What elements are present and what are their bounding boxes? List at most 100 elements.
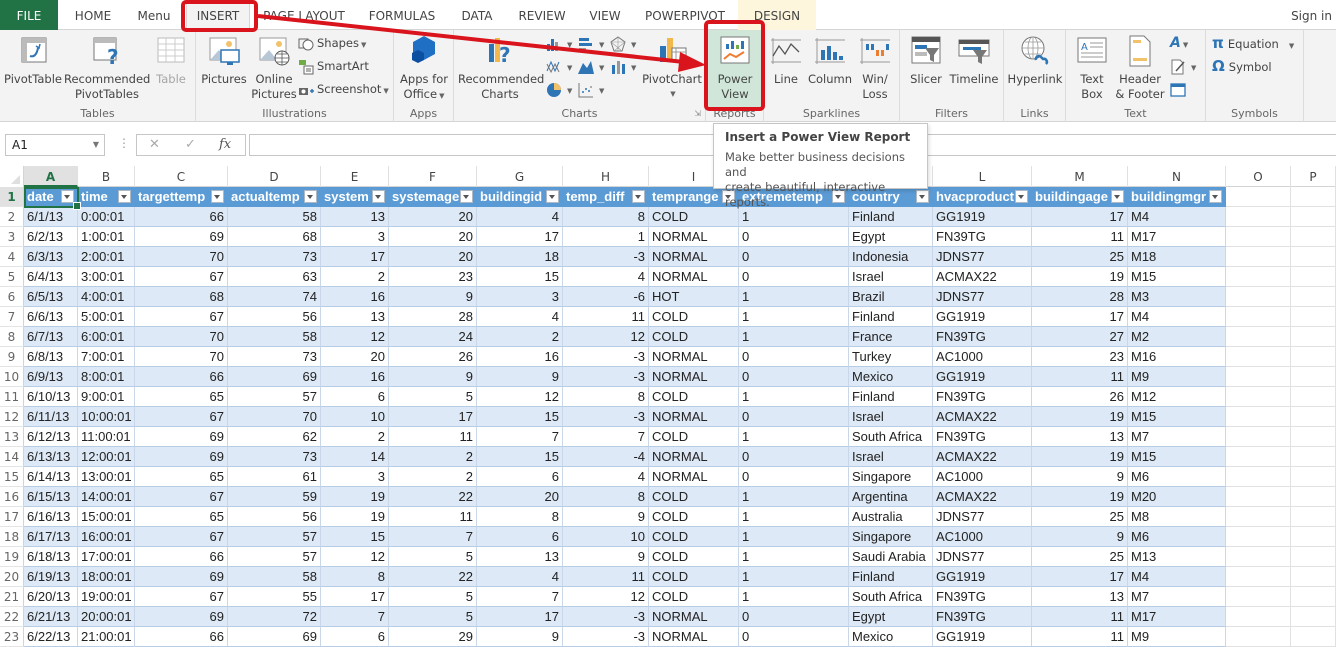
radar-chart-button[interactable]: ▼ xyxy=(610,33,636,53)
cell-temprange[interactable]: COLD xyxy=(649,567,739,587)
empty-cell[interactable] xyxy=(1226,207,1291,227)
column-header-o[interactable]: O xyxy=(1226,166,1291,187)
cell-actualtemp[interactable]: 69 xyxy=(228,627,321,647)
empty-cell[interactable] xyxy=(1291,527,1336,547)
cell-targettemp[interactable]: 65 xyxy=(135,387,228,407)
cell-date[interactable]: 6/18/13 xyxy=(24,547,78,567)
cell-system[interactable]: 2 xyxy=(321,267,389,287)
table-header-cell[interactable]: actualtemp xyxy=(228,187,321,207)
cell-temp_diff[interactable]: 4 xyxy=(563,267,649,287)
cell-temprange[interactable]: COLD xyxy=(649,487,739,507)
cell-targettemp[interactable]: 65 xyxy=(135,507,228,527)
cell-buildingage[interactable]: 13 xyxy=(1032,587,1128,607)
cell-temp_diff[interactable]: 4 xyxy=(563,467,649,487)
cell-systemage[interactable]: 9 xyxy=(389,287,477,307)
cell-time[interactable]: 14:00:01 xyxy=(78,487,135,507)
slicer-button[interactable]: Slicer xyxy=(904,34,948,87)
cell-actualtemp[interactable]: 56 xyxy=(228,307,321,327)
empty-cell[interactable] xyxy=(1291,287,1336,307)
cell-time[interactable]: 11:00:01 xyxy=(78,427,135,447)
cell-temprange[interactable]: NORMAL xyxy=(649,247,739,267)
cell-extremetemp[interactable]: 0 xyxy=(739,227,849,247)
cell-systemage[interactable]: 2 xyxy=(389,447,477,467)
cell-buildingid[interactable]: 7 xyxy=(477,427,563,447)
cell-systemage[interactable]: 20 xyxy=(389,247,477,267)
cell-system[interactable]: 3 xyxy=(321,467,389,487)
table-header-cell[interactable]: buildingage xyxy=(1032,187,1128,207)
cell-temprange[interactable]: NORMAL xyxy=(649,367,739,387)
cell-extremetemp[interactable]: 1 xyxy=(739,587,849,607)
cell-actualtemp[interactable]: 73 xyxy=(228,247,321,267)
empty-cell[interactable] xyxy=(1226,247,1291,267)
cell-extremetemp[interactable]: 1 xyxy=(739,287,849,307)
column-header-g[interactable]: G xyxy=(477,166,563,187)
cell-system[interactable]: 7 xyxy=(321,607,389,627)
row-header[interactable]: 23 xyxy=(0,627,24,647)
cell-hvacproduct[interactable]: JDNS77 xyxy=(933,247,1032,267)
cell-buildingid[interactable]: 6 xyxy=(477,467,563,487)
row-header[interactable]: 1 xyxy=(0,187,24,207)
cell-buildingmgr[interactable]: M6 xyxy=(1128,527,1226,547)
cell-country[interactable]: Turkey xyxy=(849,347,933,367)
cell-extremetemp[interactable]: 1 xyxy=(739,527,849,547)
row-header[interactable]: 16 xyxy=(0,487,24,507)
cell-hvacproduct[interactable]: ACMAX22 xyxy=(933,267,1032,287)
cell-buildingage[interactable]: 25 xyxy=(1032,547,1128,567)
empty-cell[interactable] xyxy=(1226,347,1291,367)
cell-buildingmgr[interactable]: M12 xyxy=(1128,387,1226,407)
cell-targettemp[interactable]: 70 xyxy=(135,347,228,367)
column-header-b[interactable]: B xyxy=(78,166,135,187)
cell-temp_diff[interactable]: 12 xyxy=(563,587,649,607)
cell-temp_diff[interactable]: 8 xyxy=(563,207,649,227)
cell-buildingage[interactable]: 19 xyxy=(1032,487,1128,507)
cell-actualtemp[interactable]: 56 xyxy=(228,507,321,527)
table-button[interactable]: Table xyxy=(150,34,192,87)
sparkline-winloss-button[interactable]: Win/ Loss xyxy=(854,34,896,102)
cell-buildingmgr[interactable]: M15 xyxy=(1128,447,1226,467)
cell-hvacproduct[interactable]: GG1919 xyxy=(933,307,1032,327)
cell-temp_diff[interactable]: 9 xyxy=(563,507,649,527)
cell-date[interactable]: 6/19/13 xyxy=(24,567,78,587)
cell-hvacproduct[interactable]: FN39TG xyxy=(933,587,1032,607)
cell-system[interactable]: 13 xyxy=(321,307,389,327)
cell-targettemp[interactable]: 66 xyxy=(135,547,228,567)
cell-buildingid[interactable]: 13 xyxy=(477,547,563,567)
cell-time[interactable]: 20:00:01 xyxy=(78,607,135,627)
recommended-charts-button[interactable]: ? Recommended Charts xyxy=(458,34,544,102)
column-header-d[interactable]: D xyxy=(228,166,321,187)
bar-chart-button[interactable]: ▼ xyxy=(578,33,604,53)
cell-temp_diff[interactable]: 1 xyxy=(563,227,649,247)
cell-buildingage[interactable]: 13 xyxy=(1032,427,1128,447)
cell-systemage[interactable]: 17 xyxy=(389,407,477,427)
row-header[interactable]: 8 xyxy=(0,327,24,347)
cell-system[interactable]: 12 xyxy=(321,547,389,567)
cell-system[interactable]: 19 xyxy=(321,507,389,527)
cell-buildingid[interactable]: 15 xyxy=(477,447,563,467)
cell-buildingid[interactable]: 15 xyxy=(477,267,563,287)
cell-actualtemp[interactable]: 61 xyxy=(228,467,321,487)
row-header[interactable]: 3 xyxy=(0,227,24,247)
empty-cell[interactable] xyxy=(1291,227,1336,247)
empty-cell[interactable] xyxy=(1291,307,1336,327)
column-header-f[interactable]: F xyxy=(389,166,477,187)
cell-buildingage[interactable]: 9 xyxy=(1032,527,1128,547)
cell-hvacproduct[interactable]: JDNS77 xyxy=(933,287,1032,307)
cell-system[interactable]: 13 xyxy=(321,207,389,227)
cell-buildingage[interactable]: 23 xyxy=(1032,347,1128,367)
cell-systemage[interactable]: 5 xyxy=(389,587,477,607)
cell-system[interactable]: 6 xyxy=(321,387,389,407)
cell-system[interactable]: 16 xyxy=(321,287,389,307)
row-header[interactable]: 14 xyxy=(0,447,24,467)
row-header[interactable]: 7 xyxy=(0,307,24,327)
empty-cell[interactable] xyxy=(1291,487,1336,507)
cell-system[interactable]: 3 xyxy=(321,227,389,247)
filter-dropdown-icon[interactable] xyxy=(1209,190,1222,203)
cell-extremetemp[interactable]: 0 xyxy=(739,627,849,647)
empty-cell[interactable] xyxy=(1291,407,1336,427)
cell-temp_diff[interactable]: -4 xyxy=(563,447,649,467)
cell-buildingmgr[interactable]: M4 xyxy=(1128,307,1226,327)
cell-systemage[interactable]: 24 xyxy=(389,327,477,347)
cell-country[interactable]: Mexico xyxy=(849,367,933,387)
name-box[interactable]: A1 ▼ xyxy=(5,134,105,156)
cell-targettemp[interactable]: 66 xyxy=(135,207,228,227)
